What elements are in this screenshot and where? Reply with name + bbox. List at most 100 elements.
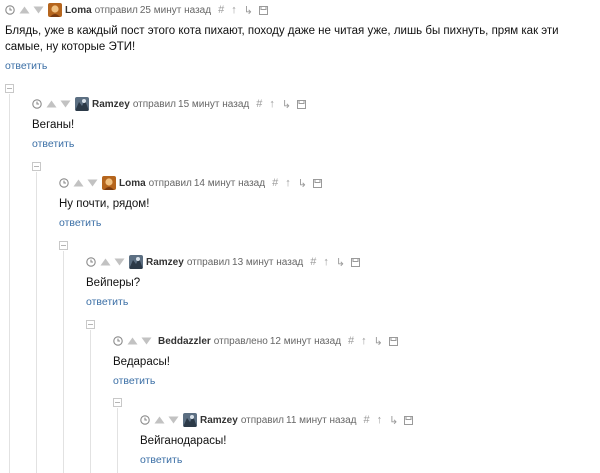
posted-label: отправил (186, 256, 231, 268)
parent-arrow-icon[interactable]: ↑ (269, 98, 275, 110)
comment-header: Ramzey отправил 15 минут назад # ↑ ↳ (32, 95, 592, 113)
author-name[interactable]: Ramzey (146, 257, 184, 268)
hash-link-icon[interactable]: # (256, 98, 262, 110)
vote-down-icon[interactable] (60, 100, 71, 108)
hash-link-icon[interactable]: # (348, 335, 354, 347)
parent-arrow-icon[interactable]: ↑ (231, 4, 237, 16)
clock-icon (140, 415, 150, 425)
thread-line (90, 330, 91, 473)
comment: Ramzey отправил 11 минут назад # ↑ ↳ Вей… (140, 411, 580, 466)
timestamp: 11 минут назад (286, 414, 357, 426)
avatar-loma[interactable] (48, 3, 62, 17)
comment-header: Ramzey отправил 11 минут назад # ↑ ↳ (140, 411, 580, 429)
comment: Loma отправил 25 минут назад # ↑ ↳ Блядь… (5, 1, 597, 72)
posted-label: отправил (132, 98, 177, 110)
thread-line (63, 251, 64, 473)
timestamp: 12 минут назад (269, 335, 342, 347)
collapse-icon[interactable] (32, 162, 41, 171)
reply-link[interactable]: ответить (113, 375, 583, 387)
vote-down-icon[interactable] (168, 416, 179, 424)
comment-text: Ведарасы! (113, 356, 170, 368)
vote-up-icon[interactable] (100, 258, 111, 266)
thread-arrow-icon[interactable]: ↳ (298, 177, 307, 190)
comment-header: Loma отправил 25 минут назад # ↑ ↳ (5, 1, 597, 19)
thread-line (9, 94, 10, 473)
avatar-ramzey[interactable] (129, 255, 143, 269)
collapse-icon[interactable] (5, 84, 14, 93)
save-icon[interactable] (297, 99, 307, 109)
hash-link-icon[interactable]: # (363, 414, 369, 426)
author-name[interactable]: Beddazzler (158, 336, 211, 347)
thread-line (117, 408, 118, 473)
comment: Ramzey отправил 13 минут назад # ↑ ↳ Вей… (86, 253, 586, 308)
parent-arrow-icon[interactable]: ↑ (323, 256, 329, 268)
clock-icon (86, 257, 96, 267)
parent-arrow-icon[interactable]: ↑ (361, 335, 367, 347)
comment-header: Loma отправил 14 минут назад # ↑ ↳ (59, 174, 589, 192)
posted-label: отправил (240, 414, 285, 426)
comment: Loma отправил 14 минут назад # ↑ ↳ Ну по… (59, 174, 589, 229)
comment-header: Ramzey отправил 13 минут назад # ↑ ↳ (86, 253, 586, 271)
reply-link[interactable]: ответить (59, 217, 589, 229)
author-name[interactable]: Loma (65, 5, 92, 16)
vote-down-icon[interactable] (141, 337, 152, 345)
collapse-icon[interactable] (59, 241, 68, 250)
vote-up-icon[interactable] (46, 100, 57, 108)
timestamp: 25 минут назад (139, 4, 212, 16)
hash-link-icon[interactable]: # (218, 4, 224, 16)
comment-text: Вейганодарасы! (140, 435, 227, 447)
save-icon[interactable] (404, 415, 414, 425)
avatar-loma[interactable] (102, 176, 116, 190)
author-name[interactable]: Ramzey (200, 415, 238, 426)
avatar-ramzey[interactable] (183, 413, 197, 427)
save-icon[interactable] (312, 178, 322, 188)
comment-text: Блядь, уже в каждый пост этого кота пиха… (5, 25, 559, 53)
save-icon[interactable] (351, 257, 361, 267)
vote-up-icon[interactable] (19, 6, 30, 14)
comment-text: Ну почти, рядом! (59, 198, 150, 210)
clock-icon (113, 336, 123, 346)
author-name[interactable]: Ramzey (92, 99, 130, 110)
posted-label: отправлено (213, 335, 268, 347)
thread-arrow-icon[interactable]: ↳ (282, 98, 291, 111)
save-icon[interactable] (388, 336, 398, 346)
hash-link-icon[interactable]: # (272, 177, 278, 189)
reply-link[interactable]: ответить (32, 138, 592, 150)
timestamp: 14 минут назад (193, 177, 266, 189)
vote-up-icon[interactable] (127, 337, 138, 345)
thread-arrow-icon[interactable]: ↳ (374, 335, 383, 348)
clock-icon (32, 99, 42, 109)
hash-link-icon[interactable]: # (310, 256, 316, 268)
thread-arrow-icon[interactable]: ↳ (244, 4, 253, 17)
avatar-ramzey[interactable] (75, 97, 89, 111)
comment-header: Beddazzler отправлено 12 минут назад # ↑… (113, 332, 583, 350)
timestamp: 15 минут назад (178, 98, 250, 110)
thread-line (36, 172, 37, 473)
comment: Ramzey отправил 15 минут назад # ↑ ↳ Вег… (32, 95, 592, 150)
comment-thread: { "comments": [ { "author": "Loma", "ver… (0, 0, 600, 473)
comment-text: Вейперы? (86, 277, 141, 289)
reply-link[interactable]: ответить (140, 454, 580, 466)
vote-up-icon[interactable] (73, 179, 84, 187)
parent-arrow-icon[interactable]: ↑ (285, 177, 291, 189)
clock-icon (59, 178, 69, 188)
vote-up-icon[interactable] (154, 416, 165, 424)
posted-label: отправил (94, 4, 138, 16)
vote-down-icon[interactable] (114, 258, 125, 266)
save-icon[interactable] (258, 5, 268, 15)
comment: Beddazzler отправлено 12 минут назад # ↑… (113, 332, 583, 387)
comment-text: Веганы! (32, 119, 75, 131)
reply-link[interactable]: ответить (86, 296, 586, 308)
collapse-icon[interactable] (86, 320, 95, 329)
vote-down-icon[interactable] (33, 6, 44, 14)
posted-label: отправил (148, 177, 192, 189)
clock-icon (5, 5, 15, 15)
reply-link[interactable]: ответить (5, 60, 597, 72)
thread-arrow-icon[interactable]: ↳ (389, 414, 398, 427)
collapse-icon[interactable] (113, 398, 122, 407)
vote-down-icon[interactable] (87, 179, 98, 187)
author-name[interactable]: Loma (119, 178, 146, 189)
thread-arrow-icon[interactable]: ↳ (336, 256, 345, 269)
timestamp: 13 минут назад (232, 256, 304, 268)
parent-arrow-icon[interactable]: ↑ (377, 414, 383, 426)
